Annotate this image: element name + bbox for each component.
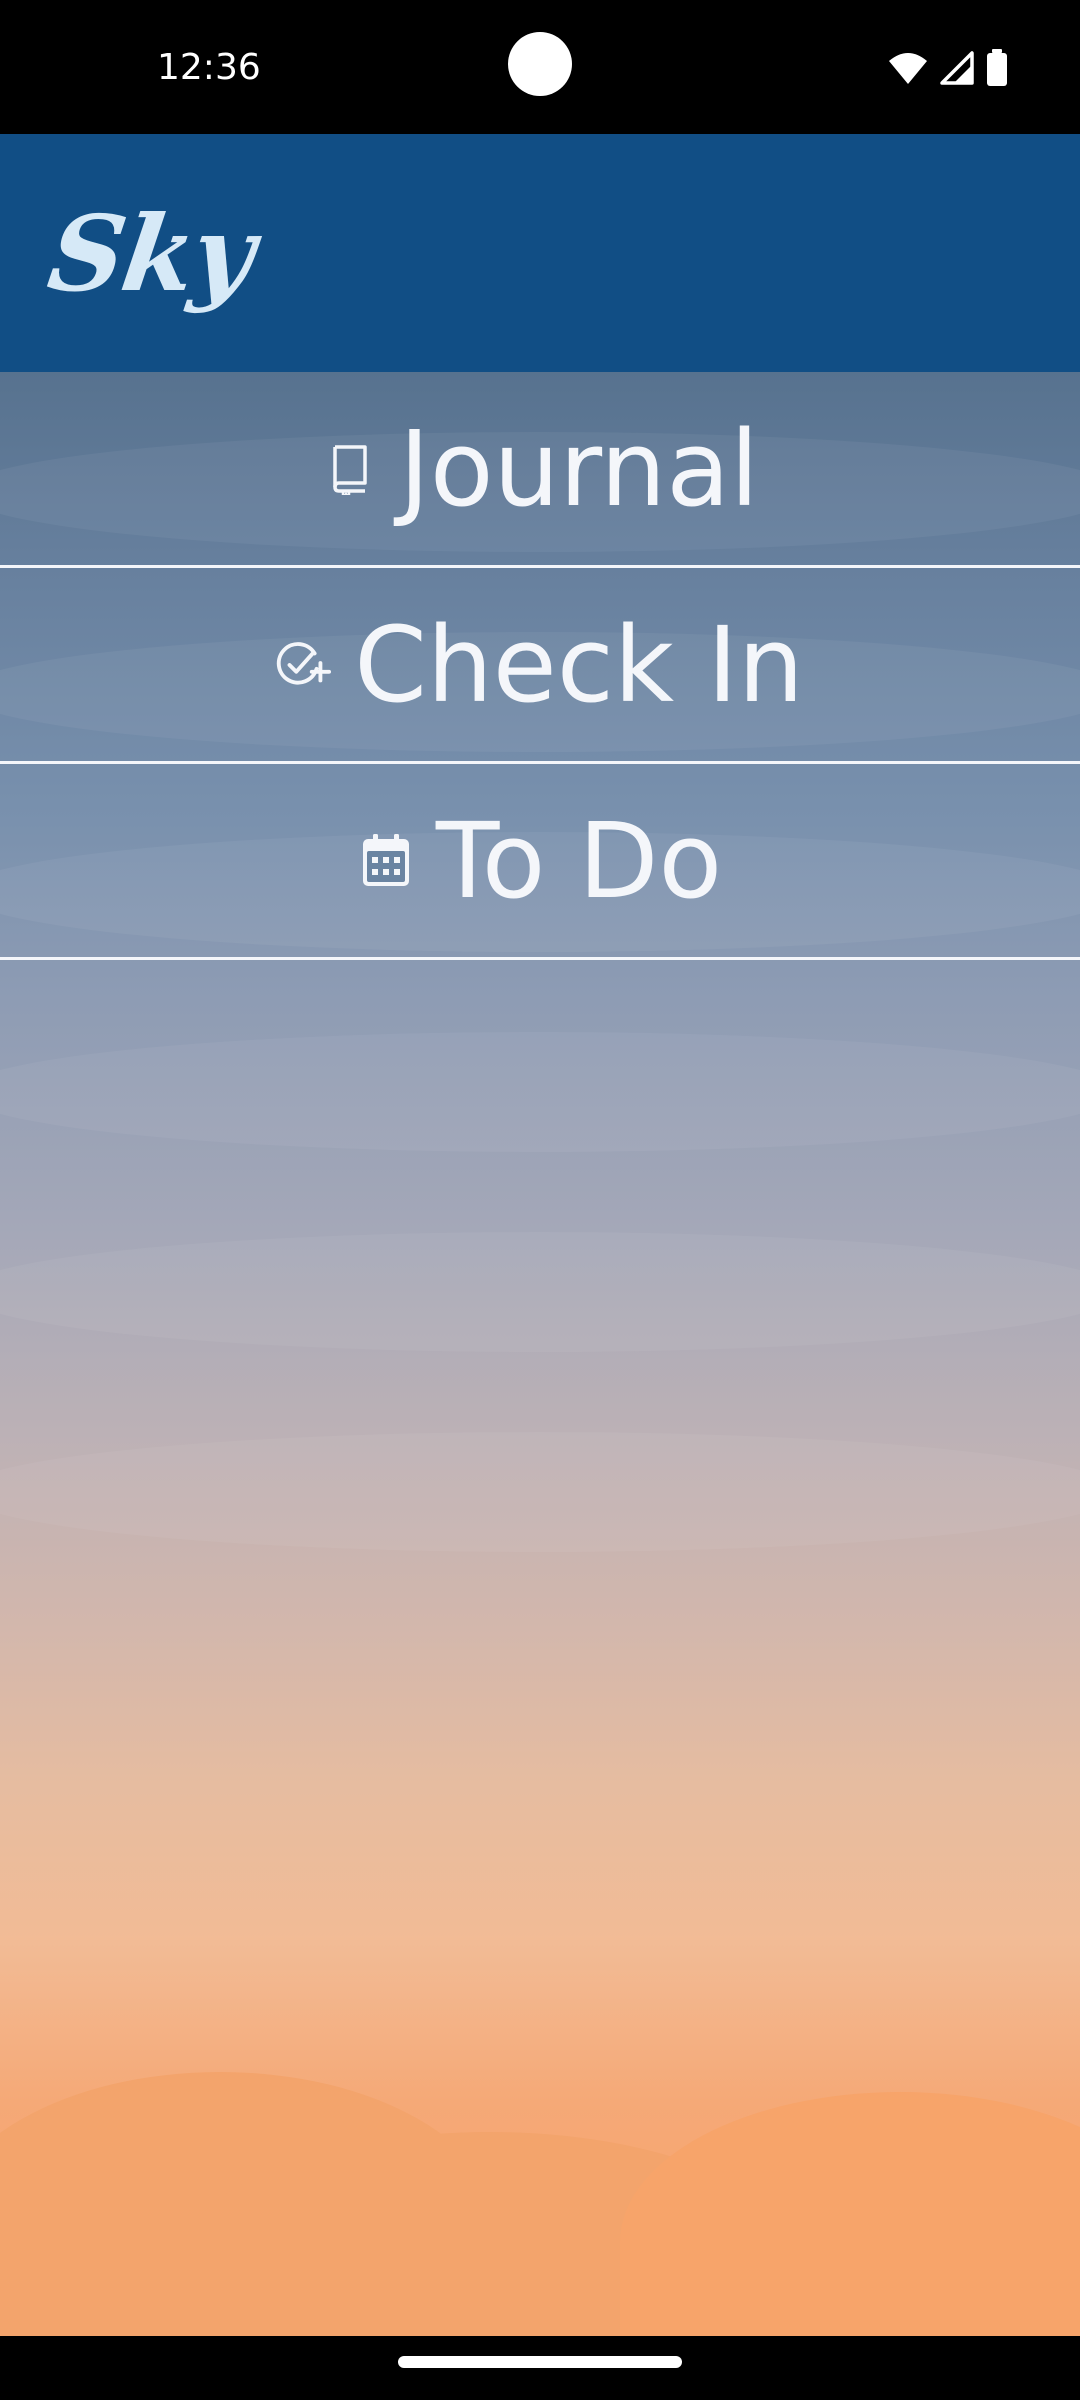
menu-item-label: To Do bbox=[435, 799, 723, 922]
phone-screen: 12:36 Sky Journal Check In To Do bbox=[0, 0, 1080, 2400]
app-logo: Sky bbox=[41, 192, 261, 315]
wifi-icon bbox=[888, 51, 928, 85]
main-menu: Journal Check In To Do bbox=[0, 372, 1080, 960]
menu-item-label: Check In bbox=[354, 603, 804, 726]
battery-icon bbox=[986, 49, 1008, 87]
sky-streak bbox=[0, 1432, 1080, 1552]
camera-cutout bbox=[508, 32, 572, 96]
check-circle-add-icon bbox=[276, 637, 332, 693]
menu-item-to-do[interactable]: To Do bbox=[0, 764, 1080, 960]
home-gesture-handle[interactable] bbox=[398, 2356, 682, 2368]
calendar-icon bbox=[358, 833, 414, 889]
sky-streak bbox=[0, 1032, 1080, 1152]
cloud-shape bbox=[620, 2092, 1080, 2336]
cell-signal-icon bbox=[940, 51, 974, 85]
navigation-bar bbox=[0, 2336, 1080, 2400]
menu-item-check-in[interactable]: Check In bbox=[0, 568, 1080, 764]
menu-item-label: Journal bbox=[399, 407, 759, 530]
status-icons bbox=[888, 46, 1008, 90]
status-bar: 12:36 bbox=[0, 0, 1080, 134]
status-time: 12:36 bbox=[157, 47, 261, 88]
menu-item-journal[interactable]: Journal bbox=[0, 372, 1080, 568]
app-bar: Sky bbox=[0, 134, 1080, 372]
sky-streak bbox=[0, 1232, 1080, 1352]
book-icon bbox=[321, 441, 377, 497]
